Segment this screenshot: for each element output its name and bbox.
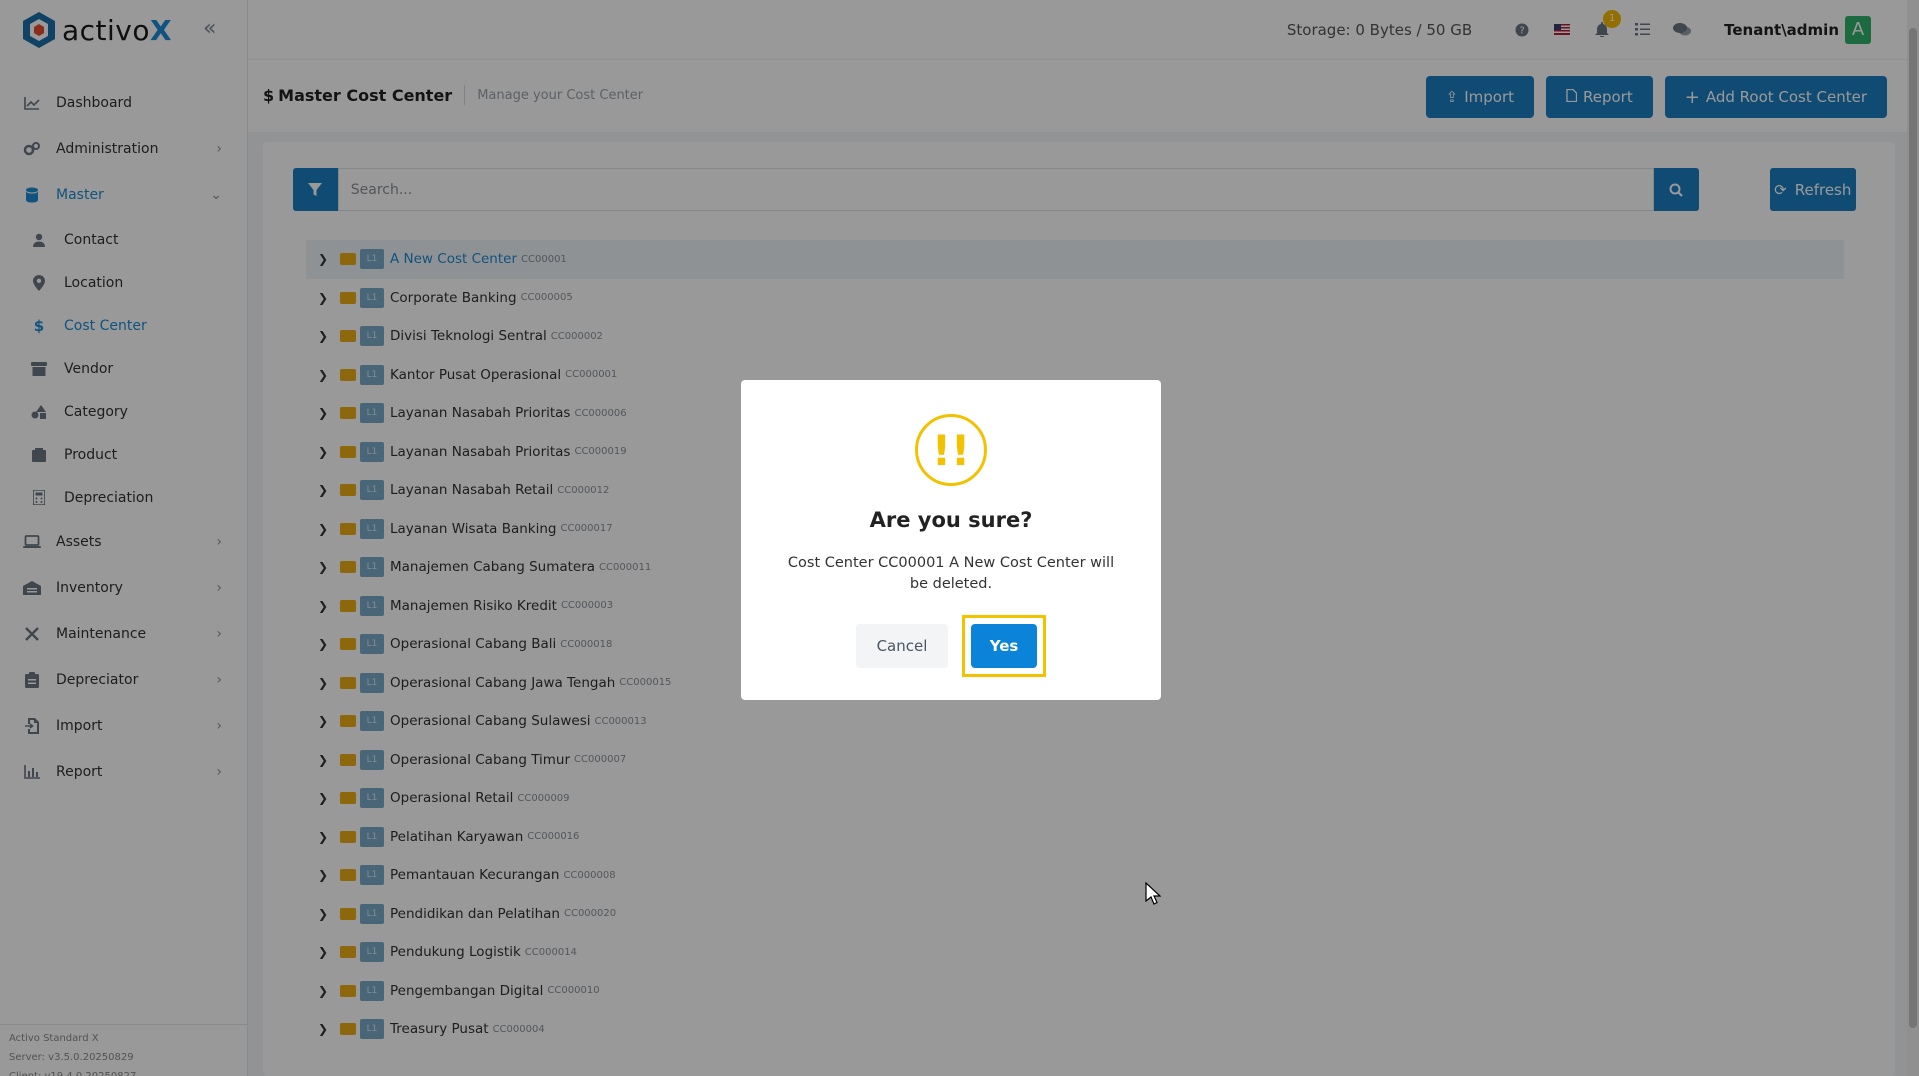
modal-backdrop[interactable]: !! Are you sure? Cost Center CC00001 A N…	[0, 0, 1919, 1076]
yes-button-highlight: Yes	[962, 615, 1046, 677]
confirm-delete-dialog: !! Are you sure? Cost Center CC00001 A N…	[741, 380, 1161, 700]
dialog-message: Cost Center CC00001 A New Cost Center wi…	[787, 555, 1115, 592]
warning-icon: !!	[915, 414, 987, 486]
cancel-button[interactable]: Cancel	[856, 624, 948, 668]
dialog-actions: Cancel Yes	[741, 615, 1161, 677]
dialog-title: Are you sure?	[869, 508, 1033, 532]
mouse-cursor-icon	[1145, 882, 1161, 905]
yes-button[interactable]: Yes	[971, 624, 1037, 668]
